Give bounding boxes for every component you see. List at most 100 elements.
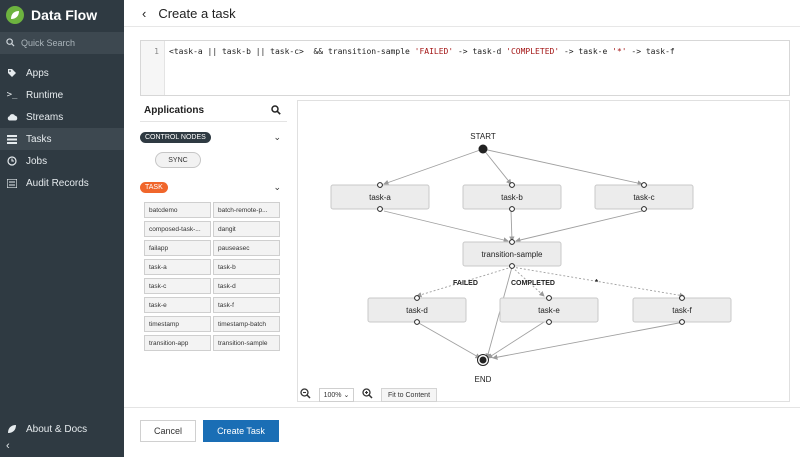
sync-node[interactable]: SYNC	[155, 152, 201, 168]
footer-divider	[124, 407, 800, 408]
task-app-item[interactable]: timestamp	[144, 316, 211, 332]
code-segment: -> task-e	[559, 47, 613, 56]
task-group[interactable]: TASK ⌄	[140, 178, 287, 196]
chevron-down-icon[interactable]: ⌄	[273, 132, 281, 143]
task-app-item[interactable]: timestamp-batch	[213, 316, 280, 332]
cancel-button[interactable]: Cancel	[140, 420, 196, 442]
nav-item-apps[interactable]: Apps	[0, 62, 124, 84]
node-task-c[interactable]: task-c	[594, 182, 694, 212]
node-label: task-a	[369, 193, 391, 202]
leaf-icon	[6, 424, 18, 434]
node-label: task-f	[672, 306, 692, 315]
task-app-item[interactable]: transition-app	[144, 335, 211, 351]
end-node-core	[479, 356, 487, 364]
chevron-down-icon: ⌄	[343, 392, 350, 399]
code-segment: -> task-d	[453, 47, 507, 56]
node-transition-sample[interactable]: transition-sample	[462, 239, 562, 269]
task-app-item[interactable]: task-e	[144, 297, 211, 313]
node-task-e[interactable]: task-e	[499, 295, 599, 325]
task-app-item[interactable]: task-f	[213, 297, 280, 313]
task-app-item[interactable]: task-d	[213, 278, 280, 294]
end-label: END	[475, 375, 492, 384]
nav-item-tasks[interactable]: Tasks	[0, 128, 124, 150]
tasks-icon	[6, 134, 18, 144]
line-number: 1	[141, 41, 165, 95]
nav-label: Tasks	[26, 133, 52, 145]
code-string: 'FAILED'	[414, 47, 454, 56]
terminal-icon: >_	[6, 90, 18, 100]
tag-icon	[6, 68, 18, 78]
clock-icon	[6, 156, 18, 166]
nav-label: Runtime	[26, 89, 64, 101]
node-label: task-b	[501, 193, 523, 202]
code-string: 'COMPLETED'	[506, 47, 560, 56]
task-app-item[interactable]: dangit	[213, 221, 280, 237]
start-label: START	[470, 132, 496, 141]
nav-item-runtime[interactable]: >_ Runtime	[0, 84, 124, 106]
sidebar: Data Flow Apps >_ Runtime Streams Tasks …	[0, 0, 124, 457]
zoom-toolbar: 100% ⌄ Fit to Content	[300, 387, 438, 403]
node-task-a[interactable]: task-a	[330, 182, 430, 212]
list-icon	[6, 178, 18, 188]
nav-label: Jobs	[26, 155, 48, 167]
back-icon[interactable]: ‹	[142, 6, 146, 21]
task-app-item[interactable]: task-c	[144, 278, 211, 294]
zoom-level-select[interactable]: 100% ⌄	[319, 388, 354, 402]
nav-label: Streams	[26, 111, 64, 123]
page-header: ‹ Create a task	[124, 0, 800, 27]
search-icon	[6, 34, 15, 52]
zoom-out-icon[interactable]	[300, 388, 311, 402]
flow-graph[interactable]: START END task-a task-b task-c transitio…	[298, 101, 791, 403]
create-task-button[interactable]: Create Task	[203, 420, 279, 442]
task-app-item[interactable]: failapp	[144, 240, 211, 256]
applications-header: Applications	[140, 100, 287, 122]
applications-title: Applications	[144, 105, 205, 116]
zoom-level-value: 100%	[323, 391, 342, 399]
task-list: batcdemo batch-remote-p... composed-task-.…	[144, 202, 287, 351]
flow-canvas[interactable]: START END task-a task-b task-c transitio…	[297, 100, 790, 402]
nav-item-streams[interactable]: Streams	[0, 106, 124, 128]
collapse-sidebar-icon[interactable]: ‹	[6, 440, 10, 452]
completed-label: COMPLETED	[511, 280, 555, 287]
applications-panel: Applications CONTROL NODES ⌄ SYNC TASK ⌄…	[140, 100, 287, 400]
node-task-d[interactable]: task-d	[367, 295, 467, 325]
brand[interactable]: Data Flow	[0, 0, 124, 30]
failed-label: FAILED	[453, 280, 478, 287]
code-segment: -> task-f	[626, 47, 675, 56]
zoom-in-icon[interactable]	[362, 388, 373, 402]
nav-item-about-docs[interactable]: About & Docs	[0, 418, 124, 440]
task-app-item[interactable]: task-a	[144, 259, 211, 275]
page-title: Create a task	[158, 5, 236, 21]
task-app-item[interactable]: pauseasec	[213, 240, 280, 256]
cloud-icon	[6, 113, 18, 121]
nav-item-audit-records[interactable]: Audit Records	[0, 172, 124, 194]
control-nodes-badge: CONTROL NODES	[140, 131, 211, 143]
node-label: transition-sample	[482, 250, 543, 259]
code-segment: <task-a || task-b || task-c> && transiti…	[169, 47, 415, 56]
fit-to-content-button[interactable]: Fit to Content	[381, 388, 438, 402]
nav-label: Audit Records	[26, 177, 89, 189]
task-app-item[interactable]: transition-sample	[213, 335, 280, 351]
task-badge: TASK	[140, 181, 168, 193]
leaf-logo-icon	[6, 6, 24, 24]
task-app-item[interactable]: batcdemo	[144, 202, 211, 218]
dsl-editor[interactable]: 1 <task-a || task-b || task-c> && transi…	[140, 40, 790, 96]
control-nodes-group[interactable]: CONTROL NODES ⌄	[140, 128, 287, 146]
nav-label: Apps	[26, 67, 49, 79]
start-node[interactable]	[478, 144, 488, 154]
task-app-item[interactable]: composed-task-...	[144, 221, 211, 237]
node-task-b[interactable]: task-b	[462, 182, 562, 212]
code-string: '*'	[612, 47, 627, 56]
chevron-down-icon[interactable]: ⌄	[273, 182, 281, 193]
task-app-item[interactable]: batch-remote-p...	[213, 202, 280, 218]
search-icon[interactable]	[271, 102, 281, 120]
search-input[interactable]	[21, 38, 116, 48]
wildcard-label: *	[595, 278, 599, 287]
task-app-item[interactable]: task-b	[213, 259, 280, 275]
nav-item-jobs[interactable]: Jobs	[0, 150, 124, 172]
dsl-code[interactable]: <task-a || task-b || task-c> && transiti…	[169, 47, 675, 56]
node-label: task-d	[406, 306, 428, 315]
node-label: task-e	[538, 306, 560, 315]
quick-search[interactable]	[0, 32, 124, 54]
node-task-f[interactable]: task-f	[632, 295, 732, 325]
